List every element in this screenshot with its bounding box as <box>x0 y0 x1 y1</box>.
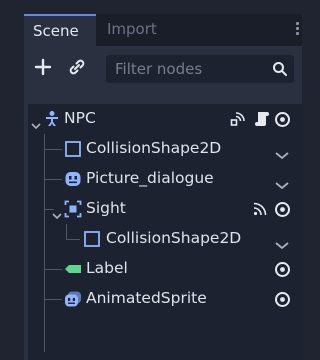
filter-nodes-field <box>106 55 294 83</box>
area2d-icon <box>64 200 82 218</box>
signals-icon[interactable] <box>252 201 270 219</box>
tree-item-label: Picture_dialogue <box>86 169 214 187</box>
link-icon[interactable] <box>66 56 88 78</box>
tree-item-animatedsprite[interactable]: AnimatedSprite <box>28 284 302 314</box>
tab-import[interactable]: Import <box>98 14 166 46</box>
tree-item-picture-dialogue[interactable]: Picture_dialogue <box>28 164 302 194</box>
scene-tree: NPC CollisionShape2D Picture_dialogue Si… <box>28 104 302 360</box>
tree-item-label: NPC <box>64 109 96 127</box>
scene-toolbar <box>24 46 302 90</box>
tree-item-label: CollisionShape2D <box>106 229 242 247</box>
visibility-icon[interactable] <box>274 111 291 128</box>
visibility-icon[interactable] <box>274 261 291 278</box>
collision-shape-icon <box>83 230 101 248</box>
collision-shape-icon <box>64 140 82 158</box>
label-icon <box>64 260 82 278</box>
tree-item-npc[interactable]: NPC <box>28 104 302 134</box>
tree-item-label-node[interactable]: Label <box>28 254 302 284</box>
sprite-icon <box>64 170 82 188</box>
expand-arrow-icon[interactable] <box>31 115 41 130</box>
visibility-icon[interactable] <box>274 201 291 218</box>
tree-item-label: Label <box>86 259 128 277</box>
chevron-down-icon[interactable] <box>274 145 290 160</box>
tree-item-collisionshape2d[interactable]: CollisionShape2D <box>28 224 302 254</box>
script-icon[interactable] <box>254 111 272 129</box>
tree-item-label: CollisionShape2D <box>86 139 222 157</box>
tree-item-label: AnimatedSprite <box>86 289 207 307</box>
plus-icon[interactable] <box>32 56 54 78</box>
chevron-down-icon[interactable] <box>274 175 290 190</box>
signals-icon[interactable] <box>230 111 248 129</box>
tab-bar: Scene Import <box>24 14 302 46</box>
visibility-icon[interactable] <box>274 291 291 308</box>
kinematic-body-icon <box>43 110 61 128</box>
scene-dock: Scene Import Filter nodes NPC CollisionS… <box>0 0 302 360</box>
expand-arrow-icon[interactable] <box>52 205 62 220</box>
tree-item-sight[interactable]: Sight <box>28 194 302 224</box>
scene-panel: NPC <box>24 46 302 360</box>
tree-item-collisionshape2d[interactable]: CollisionShape2D <box>28 134 302 164</box>
tab-scene[interactable]: Scene <box>24 14 96 46</box>
chevron-down-icon[interactable] <box>274 235 290 250</box>
filter-nodes-input[interactable] <box>115 55 265 83</box>
tree-item-label: Sight <box>86 199 126 217</box>
tab-menu-icon[interactable] <box>296 22 300 38</box>
animated-sprite-icon <box>64 290 82 308</box>
search-icon[interactable] <box>272 61 288 77</box>
